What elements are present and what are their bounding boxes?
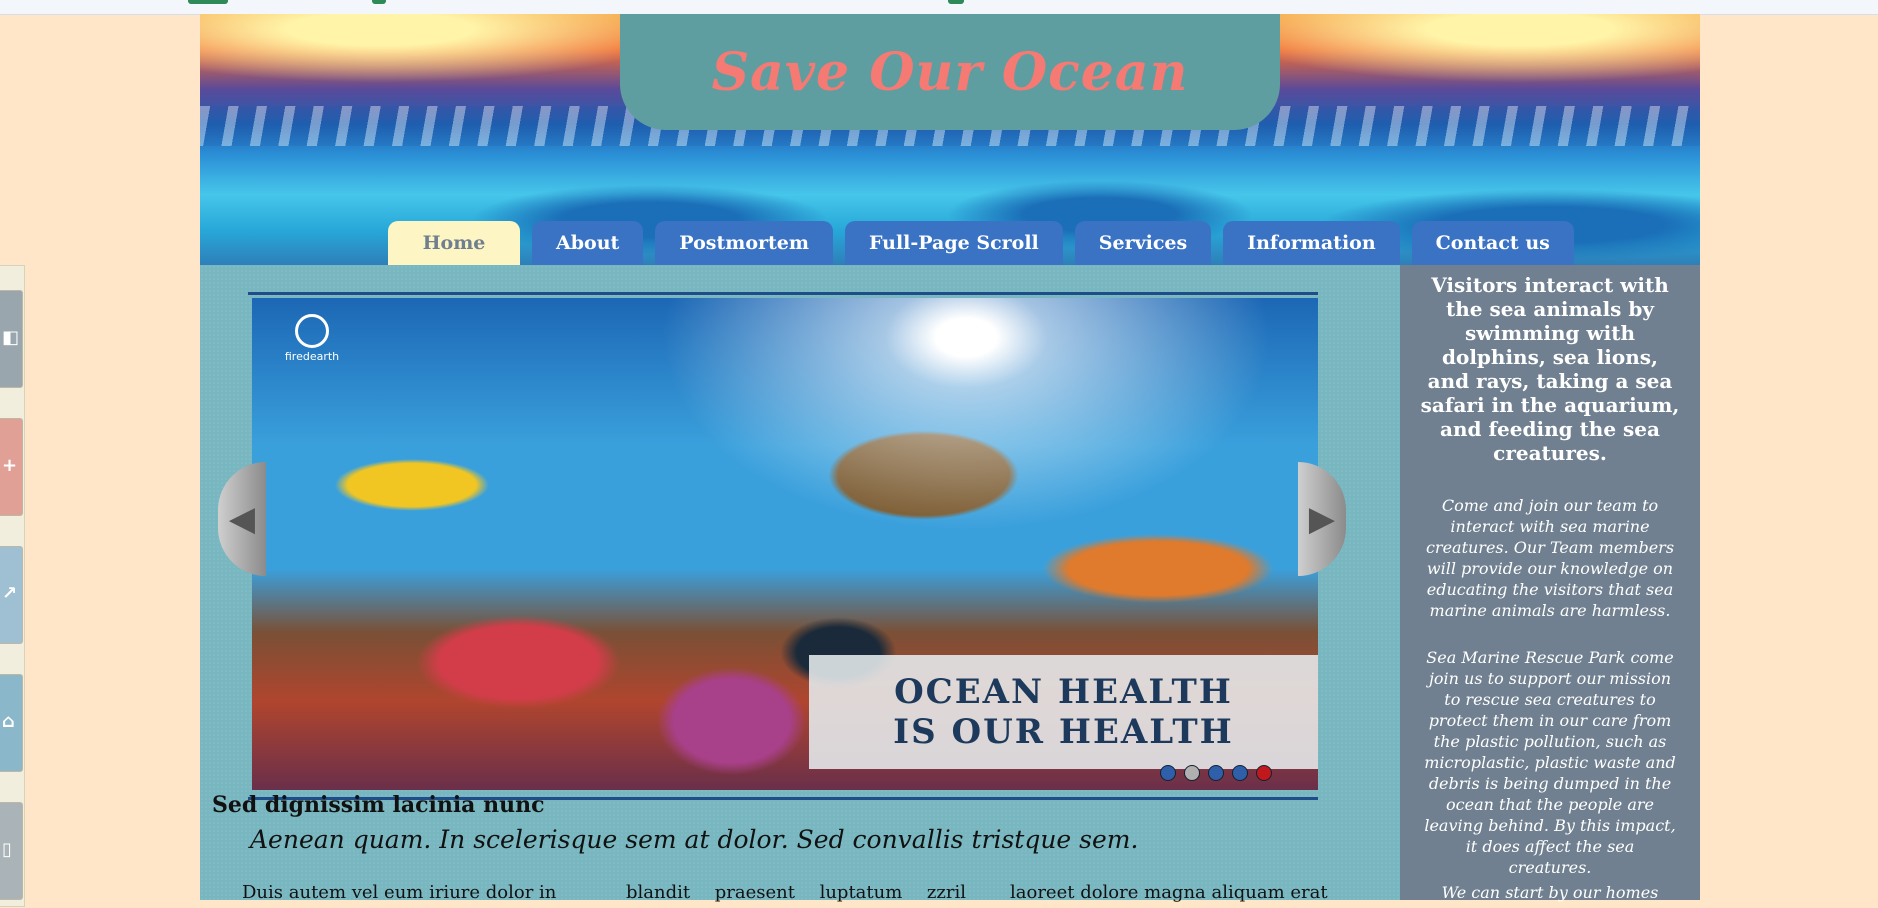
nav-about[interactable]: About: [532, 221, 644, 265]
link-fragment: [188, 0, 228, 4]
content-subheading: Aenean quam. In scelerisque sem at dolor…: [250, 825, 1139, 854]
google-plus-icon: +: [2, 455, 18, 476]
text-column-1: Duis autem vel eum iriure dolor in: [242, 882, 557, 903]
nav-services[interactable]: Services: [1074, 221, 1212, 265]
nav-contact-us[interactable]: Contact us: [1411, 221, 1574, 265]
twitter-button[interactable]: ↗: [0, 546, 23, 644]
slider-dots: [1160, 765, 1272, 781]
share-icon: ◧: [2, 327, 20, 348]
nav-information[interactable]: Information: [1223, 221, 1400, 265]
content-heading: Sed dignissim lacinia nunc: [212, 792, 545, 818]
bookmark-icon: ▯: [2, 839, 12, 860]
right-arrow-icon: ▶: [1308, 499, 1336, 539]
sidebar-intro: Visitors interact with the sea animals b…: [1420, 273, 1680, 465]
logo-ring-icon: [295, 314, 329, 348]
sidebar-paragraph-2: Sea Marine Rescue Park come join us to s…: [1424, 648, 1676, 877]
slider-dot[interactable]: [1256, 765, 1272, 781]
share-button[interactable]: ◧: [0, 290, 23, 388]
nav-postmortem[interactable]: Postmortem: [655, 221, 833, 265]
google-plus-button[interactable]: +: [0, 418, 23, 516]
main-content: firedearth OCEAN HEALTH IS OUR HEALTH Se…: [200, 265, 1400, 903]
text-column-2: blandit praesent luptatum zzril delenit: [626, 882, 966, 903]
email-button[interactable]: ⌂: [0, 674, 23, 772]
header-banner: Save Our Ocean Home About Postmortem Ful…: [200, 14, 1700, 265]
email-icon: ⌂: [2, 711, 15, 732]
page: Save Our Ocean Home About Postmortem Ful…: [200, 14, 1700, 903]
slide-banner: OCEAN HEALTH IS OUR HEALTH: [809, 655, 1318, 769]
site-title: Save Our Ocean: [711, 41, 1189, 103]
sidebar-paragraph-1: Come and join our team to interact with …: [1425, 496, 1675, 620]
nav-full-page-scroll[interactable]: Full-Page Scroll: [844, 221, 1063, 265]
browser-top-strip: [0, 0, 1878, 15]
slide-image: firedearth OCEAN HEALTH IS OUR HEALTH: [252, 298, 1318, 790]
brand-logo-text: firedearth: [284, 350, 340, 363]
text-column-3: laoreet dolore magna aliquam erat: [1010, 882, 1328, 903]
link-fragment: [372, 0, 386, 4]
nav-home[interactable]: Home: [388, 221, 520, 265]
link-fragment: [948, 0, 964, 4]
slider-dot[interactable]: [1184, 765, 1200, 781]
main-nav: Home About Postmortem Full-Page Scroll S…: [388, 221, 1574, 265]
banner-line-1: OCEAN HEALTH: [894, 672, 1233, 712]
slider-dot[interactable]: [1232, 765, 1248, 781]
image-slider: firedearth OCEAN HEALTH IS OUR HEALTH: [248, 292, 1318, 800]
slider-dot[interactable]: [1160, 765, 1176, 781]
bookmark-button[interactable]: ▯: [0, 802, 23, 900]
social-share-bar: ◧ + ↗ ⌂ ▯: [0, 265, 25, 907]
sidebar: Visitors interact with the sea animals b…: [1400, 265, 1700, 902]
twitter-icon: ↗: [2, 583, 18, 604]
slider-dot[interactable]: [1208, 765, 1224, 781]
banner-line-2: IS OUR HEALTH: [893, 712, 1234, 752]
title-box: Save Our Ocean: [620, 14, 1280, 130]
left-arrow-icon: ◀: [228, 499, 256, 539]
brand-logo: firedearth: [282, 314, 342, 366]
